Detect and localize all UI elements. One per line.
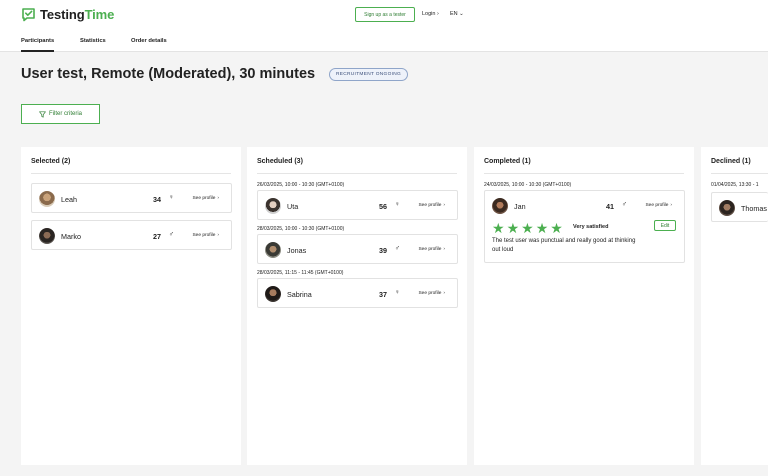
appointment-date: 01/04/2025, 13:30 - 1 [711,182,759,188]
chevron-right-icon: › [217,196,219,201]
participant-card[interactable]: Marko 27 ♂ See profile › [31,220,232,250]
appointment-date: 28/03/2025, 10:00 - 10:30 (GMT+0100) [257,226,345,232]
divider [31,173,231,174]
appointment-date: 28/03/2025, 11:15 - 11:45 (GMT+0100) [257,270,344,276]
participant-name: Uta [287,202,299,211]
chevron-down-icon: ⌄ [459,11,464,17]
participant-name: Sabrina [287,290,312,299]
chevron-right-icon: › [443,203,445,208]
filter-icon [39,110,46,118]
divider [711,173,768,174]
column-title: Completed (1) [484,158,531,165]
see-profile-link[interactable]: See profile › [418,291,445,296]
chevron-right-icon: › [443,247,445,252]
participant-age: 37 [379,290,387,299]
participant-card[interactable]: Jan 41 ♂ See profile › ★ ★ ★ ★ ★ Very sat… [484,190,685,263]
rating-stars: ★ ★ ★ ★ ★ [492,221,563,235]
top-header: TestingTime Sign up as a tester Login › … [0,0,768,52]
column-title: Declined (1) [711,158,751,165]
avatar [719,200,735,216]
male-icon: ♂ [621,201,627,208]
female-icon: ♀ [168,194,174,201]
column-scheduled: Scheduled (3) 26/03/2025, 10:00 - 10:30 … [247,147,467,465]
avatar [265,286,281,302]
participant-age: 34 [153,195,161,204]
see-profile-link[interactable]: See profile › [192,233,219,238]
participant-card[interactable]: Jonas 39 ♂ See profile › [257,234,458,264]
male-icon: ♂ [394,245,400,252]
tab-statistics[interactable]: Statistics [80,38,106,44]
page-title: User test, Remote (Moderated), 30 minute… [21,66,316,82]
see-profile-link[interactable]: See profile › [418,247,445,252]
chevron-right-icon: › [217,233,219,238]
chevron-right-icon: › [437,11,439,17]
participant-age: 27 [153,232,161,241]
appointment-date: 24/03/2025, 10:00 - 10:30 (GMT+0100) [484,182,572,188]
edit-rating-button[interactable]: Edit [654,220,676,231]
column-declined: Declined (1) 01/04/2025, 13:30 - 1 Thoma… [701,147,768,465]
tab-participants[interactable]: Participants [21,38,55,52]
avatar [265,242,281,258]
participant-name: Leah [61,195,77,204]
avatar [492,198,508,214]
logo-check-icon [22,8,35,22]
participant-age: 39 [379,246,387,255]
column-completed: Completed (1) 24/03/2025, 10:00 - 10:30 … [474,147,694,465]
signup-tester-button[interactable]: Sign up as a tester [355,7,415,22]
feedback-comment: The test user was punctual and really go… [492,238,636,253]
divider [257,173,457,174]
tab-order-details[interactable]: Order details [131,38,167,44]
star-icon: ★ [492,220,505,236]
login-menu[interactable]: Login › [422,11,439,17]
column-title: Scheduled (3) [257,158,303,165]
rating-label: Very satisfied [573,224,609,230]
chevron-right-icon: › [443,291,445,296]
divider [484,173,684,174]
filter-criteria-button[interactable]: Filter criteria [21,104,100,124]
chevron-right-icon: › [670,203,672,208]
participant-card[interactable]: Uta 56 ♀ See profile › [257,190,458,220]
column-title: Selected (2) [31,158,71,165]
language-selector[interactable]: EN ⌄ [450,11,464,17]
column-selected: Selected (2) Leah 34 ♀ See profile › Mark… [21,147,241,465]
status-badge: RECRUITMENT ONGOING [329,68,409,81]
female-icon: ♀ [394,201,400,208]
participant-name: Thomas [741,204,767,213]
avatar [265,198,281,214]
avatar [39,191,55,207]
star-icon: ★ [506,220,520,236]
participant-age: 41 [606,202,614,211]
participant-name: Jonas [287,246,307,255]
male-icon: ♂ [168,231,174,238]
brand-logo[interactable]: TestingTime [21,7,114,22]
star-icon: ★ [535,220,549,236]
participant-card[interactable]: Thomas [711,192,768,222]
appointment-date: 26/03/2025, 10:00 - 10:30 (GMT+0100) [257,182,345,188]
star-icon: ★ [550,220,563,236]
participant-card[interactable]: Leah 34 ♀ See profile › [31,183,232,213]
participant-name: Marko [61,232,81,241]
brand-name: TestingTime [40,7,115,22]
participant-card[interactable]: Sabrina 37 ♀ See profile › [257,278,458,308]
participant-name: Jan [514,202,526,211]
see-profile-link[interactable]: See profile › [418,203,445,208]
star-icon: ★ [521,220,534,236]
see-profile-link[interactable]: See profile › [192,196,219,201]
female-icon: ♀ [394,289,400,296]
avatar [39,228,55,244]
see-profile-link[interactable]: See profile › [645,203,672,208]
participant-age: 56 [379,202,387,211]
